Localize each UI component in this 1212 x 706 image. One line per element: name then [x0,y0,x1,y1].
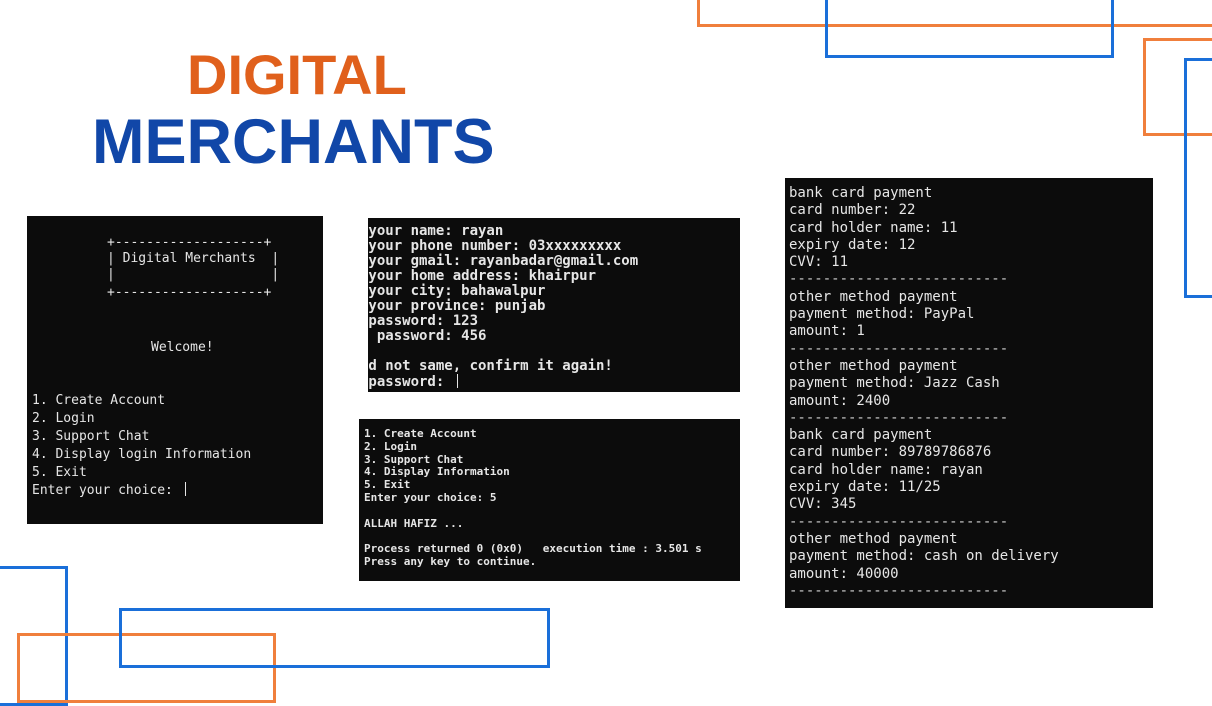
signup-line: rd not same, confirm it again! [368,358,613,374]
menu-item: 5. Exit [32,465,87,480]
payment-line: card number: 89789786876 [789,444,992,461]
payment-line: bank card payment [789,185,933,201]
signup-line: your gmail: rayanbadar@gmail.com [368,253,639,269]
exit-line: Press any key to continue. [364,554,537,568]
text-cursor [456,374,458,388]
signup-line: your phone number: 03xxxxxxxxx [368,238,622,254]
signup-line: your home address: khairpur [368,268,597,284]
menu-item: 4. Display login Information [32,447,252,462]
password-prompt: password: [368,374,453,390]
choice-prompt: Enter your choice: [32,482,251,500]
exit-line: ALLAH HAFIZ ... [364,516,464,530]
payment-line: payment method: cash on delivery [789,548,1059,565]
exit-line [364,505,740,518]
menu-item: 2. Login [32,411,95,426]
menu-item: 3. Support Chat [32,429,150,444]
payment-line: expiry date: 11/25 [789,479,941,496]
welcome-text: Welcome! [151,340,214,355]
payment-separator: -------------------------- [789,409,1009,426]
payment-line: CVV: 11 [789,254,849,271]
deco-frame-top-blue [825,0,1114,58]
exit-terminal-screenshot: 1. Create Account 2. Login 3. Support Ch… [359,419,740,581]
exit-line: 2. Login [364,439,417,453]
signup-line: password: 123 [368,313,479,329]
welcome-terminal-screenshot: +-------------------+ | Digital Merchant… [27,216,323,524]
banner-empty-row: | | [107,267,280,282]
text-cursor [184,482,186,496]
payment-line: other method payment [789,530,958,547]
signup-line: your province: punjab [368,298,546,314]
exit-line: 4. Display Information [364,465,510,479]
deco-frame-bottom-blue [119,608,550,668]
payment-line: CVV: 345 [789,496,857,513]
signup-line: password: [368,374,638,390]
signup-line [368,344,638,359]
payment-line: card holder name: 11 [789,219,958,236]
exit-line: Enter your choice: 5 [364,490,497,504]
banner-border-bottom: +-------------------+ [107,285,272,300]
payment-separator: -------------------------- [789,582,1009,599]
payment-separator: -------------------------- [789,340,1009,357]
payment-line: amount: 2400 [789,392,891,409]
payment-line: payment method: PayPal [789,306,975,323]
payment-line: card number: 22 [789,202,916,219]
payments-terminal-screenshot: bank card payment card number: 22 card h… [785,178,1153,608]
deco-frame-right-blue [1184,58,1212,298]
payment-separator: -------------------------- [789,271,1009,288]
payment-line: card holder name: rayan [789,461,983,478]
exit-line: 1. Create Account [364,427,477,440]
payment-line: expiry date: 12 [789,236,916,253]
payment-line: amount: 40000 [789,565,899,582]
signup-line: your name: rayan [368,223,504,239]
payment-line: amount: 1 [789,323,865,340]
payment-line: other method payment [789,357,958,374]
title-digital: DIGITAL [187,43,407,106]
menu-item: 1. Create Account [32,393,166,408]
choice-prompt-text: Enter your choice: [32,483,181,498]
signup-terminal-screenshot: your name: rayan your phone number: 03xx… [368,218,740,392]
signup-line: your city: bahawalpur [368,283,546,299]
payment-line: other method payment [789,288,958,305]
payment-line: bank card payment [789,427,933,444]
payment-separator: -------------------------- [789,513,1009,530]
main-menu: 1. Create Account 2. Login 3. Support Ch… [32,392,251,500]
signup-line: e password: 456 [368,328,487,344]
payment-line: payment method: Jazz Cash [789,375,1000,392]
title-merchants: MERCHANTS [92,107,495,177]
